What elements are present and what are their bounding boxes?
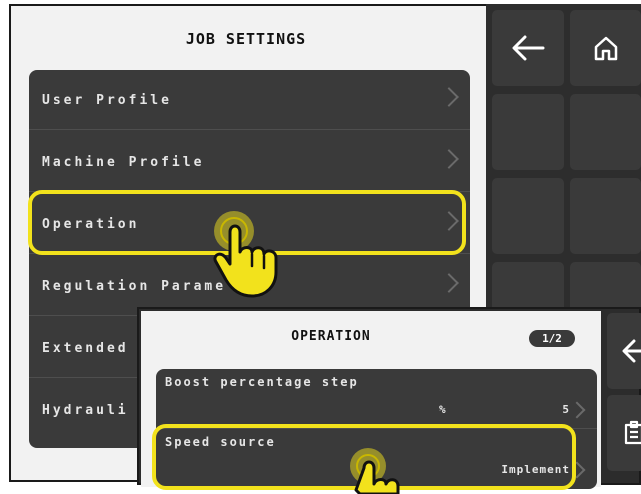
clipboard-button[interactable]	[607, 395, 641, 471]
list-item-unit: %	[439, 403, 446, 416]
chevron-right-icon	[439, 149, 459, 169]
grid-button[interactable]	[492, 178, 564, 254]
list-item-boost-percentage-step[interactable]: Boost percentage step % 5	[156, 369, 597, 429]
arrow-left-icon	[622, 339, 641, 363]
page-title: JOB SETTINGS	[185, 30, 307, 48]
side-buttons	[602, 309, 641, 487]
hand-pointer-icon	[350, 448, 400, 494]
list-item-machine-profile[interactable]: Machine Profile	[29, 132, 470, 192]
list-item-label: User Profile	[42, 92, 172, 108]
list-item-label: Machine Profile	[42, 154, 205, 170]
list-item-label: Extended	[42, 340, 129, 356]
chevron-right-icon	[439, 87, 459, 107]
clipboard-icon	[624, 420, 641, 445]
chevron-right-icon	[439, 273, 459, 293]
back-button[interactable]	[607, 313, 641, 389]
arrow-left-icon	[512, 35, 545, 61]
list-item-user-profile[interactable]: User Profile	[29, 70, 470, 130]
grid-button[interactable]	[492, 94, 564, 170]
grid-button[interactable]	[570, 178, 641, 254]
page-title: OPERATION	[291, 328, 371, 344]
list-item-label: Boost percentage step	[165, 375, 359, 389]
chevron-right-icon	[568, 401, 586, 419]
list-item-label: Hydrauli	[42, 402, 129, 418]
home-button[interactable]	[570, 10, 641, 86]
back-button[interactable]	[492, 10, 564, 86]
page-indicator: 1/2	[529, 330, 575, 347]
home-icon	[594, 36, 617, 61]
grid-button[interactable]	[570, 94, 641, 170]
hand-pointer-icon	[213, 211, 278, 298]
